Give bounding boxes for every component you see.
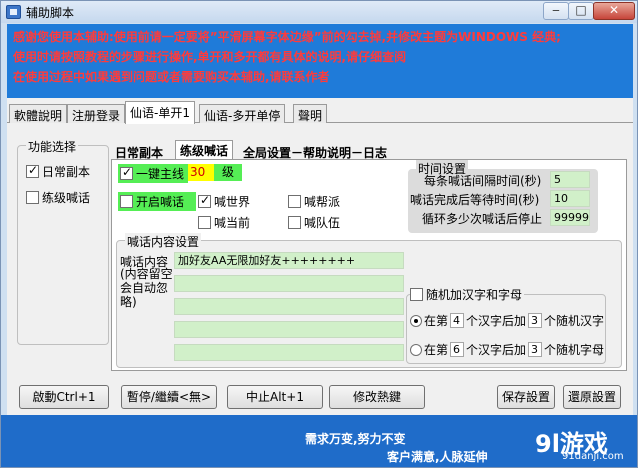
- save-settings-button[interactable]: 保存設置: [497, 385, 555, 409]
- feature-select-title: 功能选择: [26, 138, 79, 155]
- restore-settings-button[interactable]: 還原設置: [563, 385, 621, 409]
- random-letters-pos-input[interactable]: 6: [450, 342, 465, 357]
- loop-input[interactable]: 99999: [550, 209, 590, 226]
- subtab-leveling-shout[interactable]: 练级喊话: [175, 140, 234, 160]
- notice-banner: 感谢您使用本辅助:使用前请一定要将”平滑屏幕字体边缘”前的勾去掉,并修改主题为W…: [7, 24, 633, 98]
- app-icon: [6, 5, 21, 19]
- status-line-2: 客户满意,人脉延伸: [387, 450, 488, 464]
- main-tab-bar: 軟體說明 注册登录 仙语-单开1 仙语-多开单停 聲明: [7, 101, 633, 124]
- start-shout-label: 开启喊话: [136, 195, 185, 209]
- mainline-level-unit: 级: [214, 164, 243, 181]
- shout-text-input-5[interactable]: [174, 344, 404, 361]
- shout-guild-option[interactable]: 喊帮派: [288, 193, 340, 210]
- shout-current-option[interactable]: 喊当前: [198, 214, 250, 231]
- mainline-toggle[interactable]: 一键主线: [118, 164, 189, 183]
- leveling-shout-label: 练级喊话: [42, 191, 91, 205]
- content-note: (内容留空会自动忽略): [120, 267, 173, 309]
- interval-input[interactable]: 5: [550, 171, 590, 188]
- tab-xianyu-multi[interactable]: 仙语-多开单停: [199, 104, 286, 123]
- client-area: 軟體說明 注册登录 仙语-单开1 仙语-多开单停 聲明 功能选择 日常副本 练级…: [7, 98, 633, 415]
- stop-button[interactable]: 中止Alt+1: [227, 385, 323, 409]
- start-shout-toggle[interactable]: 开启喊话: [118, 192, 197, 211]
- random-letters-mid: 个汉字后加: [466, 343, 527, 357]
- shout-content-title: 喊话内容设置: [125, 233, 202, 250]
- hotkey-button[interactable]: 修改熱鍵: [329, 385, 425, 409]
- feature-select-group: 功能选择 日常副本 练级喊话: [17, 138, 109, 345]
- random-letters-suffix: 个随机字母: [544, 343, 605, 357]
- daily-dungeon-checkbox[interactable]: [26, 163, 39, 178]
- close-button[interactable]: ✕: [593, 2, 635, 20]
- pause-button[interactable]: 暫停/繼續<無>: [121, 385, 217, 409]
- loop-label: 循环多少次喊话后停止: [422, 212, 543, 226]
- tab-software-info[interactable]: 軟體說明: [9, 104, 68, 123]
- status-line-1: 需求万变,努力不变: [305, 432, 406, 446]
- feature-daily-dungeon[interactable]: 日常副本: [26, 163, 90, 180]
- shout-text-input-1[interactable]: 加好友AA无限加好友++++++++: [174, 252, 404, 269]
- random-chinese-suffix: 个随机汉字: [544, 314, 605, 328]
- random-letters-radio[interactable]: [410, 343, 422, 356]
- wait-label: 喊话完成后等待时间(秒): [410, 193, 540, 207]
- start-button[interactable]: 啟動Ctrl+1: [19, 385, 109, 409]
- title-bar: 辅助脚本 ‒ □ ✕: [1, 1, 637, 23]
- shout-guild-label: 喊帮派: [304, 195, 341, 209]
- leveling-shout-checkbox[interactable]: [26, 191, 39, 204]
- shout-world-option[interactable]: 喊世界: [198, 193, 250, 210]
- maximize-button[interactable]: □: [568, 2, 594, 20]
- wait-input[interactable]: 10: [550, 190, 590, 207]
- random-toggle[interactable]: 随机加汉字和字母: [410, 286, 525, 303]
- shout-world-label: 喊世界: [214, 195, 251, 209]
- start-shout-checkbox[interactable]: [120, 195, 133, 208]
- shout-team-option[interactable]: 喊队伍: [288, 214, 340, 231]
- shout-guild-checkbox[interactable]: [288, 195, 301, 208]
- shout-text-input-3[interactable]: [174, 298, 404, 315]
- random-option-letters[interactable]: 在第 6 个汉字后加 3 个随机字母: [410, 341, 604, 358]
- notice-line-1: 感谢您使用本辅助:使用前请一定要将”平滑屏幕字体边缘”前的勾去掉,并修改主题为W…: [13, 30, 561, 44]
- app-window: 辅助脚本 ‒ □ ✕ 感谢您使用本辅助:使用前请一定要将”平滑屏幕字体边缘”前的…: [0, 0, 638, 468]
- random-letters-prefix: 在第: [424, 343, 449, 357]
- daily-dungeon-label: 日常副本: [42, 165, 91, 179]
- window-title: 辅助脚本: [26, 6, 75, 20]
- notice-line-2: 使用时请按照教程的步骤进行操作,单开和多开都有具体的说明,请仔细查阅: [13, 50, 407, 64]
- feature-leveling-shout[interactable]: 练级喊话: [26, 189, 90, 206]
- mainline-label: 一键主线: [136, 167, 185, 181]
- interval-label: 每条喊话间隔时间(秒): [424, 174, 542, 188]
- notice-line-3: 在使用过程中如果遇到问题或者需要购买本辅助,请联系作者: [13, 70, 330, 84]
- shout-team-label: 喊队伍: [304, 216, 341, 230]
- status-bar: 需求万变,努力不变 客户满意,人脉延伸 9l游戏 91danji.com: [1, 415, 637, 467]
- mainline-level-input[interactable]: 30: [188, 164, 214, 181]
- random-chinese-radio[interactable]: [410, 314, 422, 327]
- random-chinese-count-input[interactable]: 3: [528, 313, 543, 328]
- mainline-checkbox[interactable]: [120, 165, 133, 180]
- random-option-chinese[interactable]: 在第 4 个汉字后加 3 个随机汉字: [410, 312, 604, 329]
- site-logo-url: 91danji.com: [562, 451, 624, 462]
- shout-team-checkbox[interactable]: [288, 216, 301, 229]
- random-chinese-pos-input[interactable]: 4: [450, 313, 465, 328]
- leveling-shout-panel: 一键主线 30 级 开启喊话 喊世界 喊帮派 喊当前: [111, 159, 627, 371]
- random-letters-count-input[interactable]: 3: [528, 342, 543, 357]
- tab-register-login[interactable]: 注册登录: [67, 104, 126, 123]
- shout-current-checkbox[interactable]: [198, 216, 211, 229]
- tab-statement[interactable]: 聲明: [293, 104, 328, 123]
- shout-current-label: 喊当前: [214, 216, 251, 230]
- shout-world-checkbox[interactable]: [198, 193, 211, 208]
- random-chinese-mid: 个汉字后加: [466, 314, 527, 328]
- minimize-button[interactable]: ‒: [543, 2, 569, 20]
- shout-text-input-4[interactable]: [174, 321, 404, 338]
- random-label: 随机加汉字和字母: [426, 288, 523, 302]
- shout-text-input-2[interactable]: [174, 275, 404, 292]
- tab-xianyu-single[interactable]: 仙语-单开1: [125, 101, 195, 124]
- random-checkbox[interactable]: [410, 288, 423, 301]
- random-chinese-prefix: 在第: [424, 314, 449, 328]
